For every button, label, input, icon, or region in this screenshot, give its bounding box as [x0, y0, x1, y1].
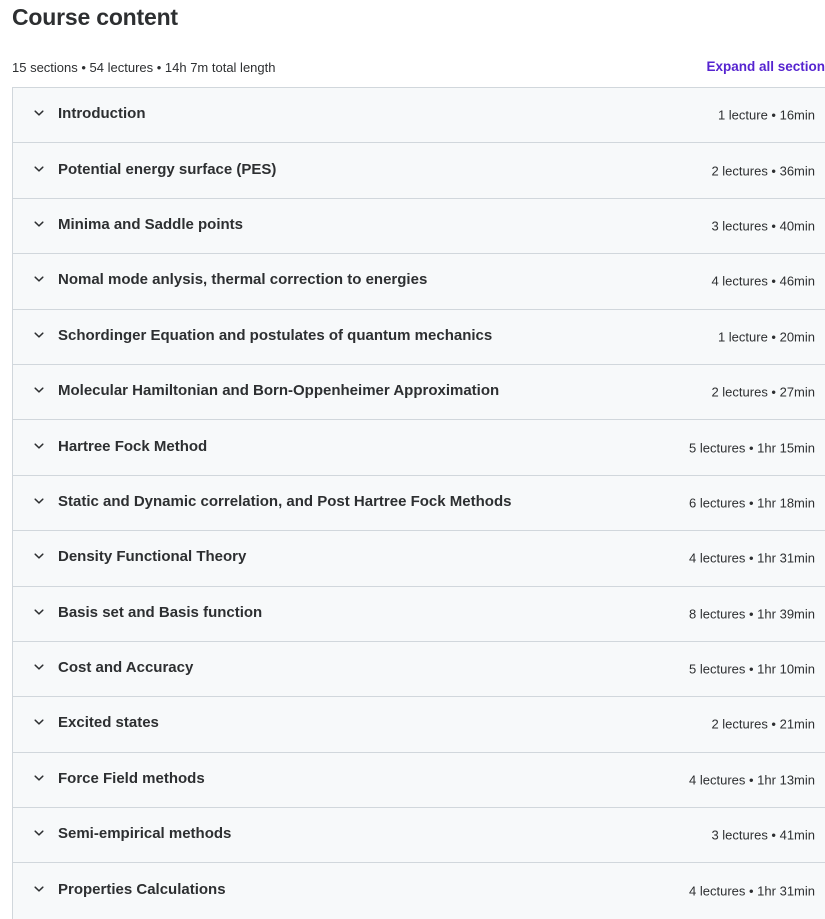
- chevron-down-icon: [33, 273, 45, 285]
- section-meta: 4 lectures • 46min: [711, 273, 815, 289]
- section-meta: 1 lecture • 16min: [717, 107, 815, 123]
- section-meta: 3 lectures • 40min: [711, 218, 815, 234]
- section-row[interactable]: Potential energy surface (PES) 2 lectures…: [13, 143, 825, 199]
- section-meta: 5 lectures • 1hr 10min: [689, 661, 815, 677]
- section-title: Basis set and Basis function: [58, 603, 263, 621]
- section-title: Hartree Fock Method: [58, 437, 208, 455]
- section-title: Introduction: [58, 104, 146, 122]
- section-meta: 6 lectures • 1hr 18min: [689, 495, 815, 511]
- section-title: Schordinger Equation and postulates of q…: [58, 326, 493, 344]
- section-meta: 4 lectures • 1hr 31min: [689, 883, 815, 899]
- section-row[interactable]: Excited states 2 lectures • 21min: [13, 697, 825, 753]
- chevron-down-icon: [33, 883, 45, 895]
- page-title: Course content: [12, 4, 178, 30]
- section-title: Molecular Hamiltonian and Born-Oppenheim…: [58, 381, 500, 399]
- section-meta: 2 lectures • 27min: [711, 384, 815, 400]
- section-row[interactable]: Density Functional Theory 4 lectures • 1h…: [13, 531, 825, 587]
- section-title: Cost and Accuracy: [58, 658, 194, 676]
- section-row[interactable]: Nomal mode anlysis, thermal correction t…: [13, 254, 825, 310]
- section-title: Force Field methods: [58, 769, 205, 787]
- chevron-down-icon: [33, 107, 45, 119]
- expand-all-sections-button[interactable]: Expand all section: [706, 59, 825, 74]
- section-title: Excited states: [58, 714, 159, 732]
- section-meta: 2 lectures • 21min: [711, 716, 815, 732]
- course-content-panel: Course content 15 sections • 54 lectures…: [0, 0, 825, 919]
- section-row[interactable]: Cost and Accuracy 5 lectures • 1hr 10min: [13, 641, 825, 698]
- section-title: Density Functional Theory: [58, 548, 247, 566]
- section-row[interactable]: Schordinger Equation and postulates of q…: [13, 309, 825, 365]
- section-row[interactable]: Molecular Hamiltonian and Born-Oppenheim…: [13, 364, 825, 421]
- section-row[interactable]: Force Field methods 4 lectures • 1hr 13mi…: [13, 752, 825, 809]
- chevron-down-icon: [33, 772, 45, 784]
- section-row[interactable]: Minima and Saddle points 3 lectures • 40m…: [13, 198, 825, 255]
- chevron-down-icon: [33, 550, 45, 562]
- section-title: Static and Dynamic correlation, and Post…: [58, 492, 512, 510]
- section-row[interactable]: Semi-empirical methods 3 lectures • 41min: [13, 808, 825, 864]
- section-row[interactable]: Introduction 1 lecture • 16min: [13, 88, 825, 144]
- section-meta: 8 lectures • 1hr 39min: [689, 606, 815, 622]
- section-row[interactable]: Properties Calculations 4 lectures • 1hr …: [13, 863, 825, 919]
- chevron-down-icon: [33, 495, 45, 507]
- section-title: Nomal mode anlysis, thermal correction t…: [58, 271, 428, 289]
- section-meta: 1 lecture • 20min: [717, 329, 815, 345]
- section-meta: 5 lectures • 1hr 15min: [689, 440, 815, 456]
- course-summary: 15 sections • 54 lectures • 14h 7m total…: [12, 60, 276, 75]
- section-row[interactable]: Hartree Fock Method 5 lectures • 1hr 15mi…: [13, 420, 825, 476]
- chevron-down-icon: [33, 606, 45, 618]
- section-list: Introduction 1 lecture • 16min Potential e…: [12, 87, 825, 919]
- chevron-down-icon: [33, 329, 45, 341]
- chevron-down-icon: [33, 163, 45, 175]
- summary-row: 15 sections • 54 lectures • 14h 7m total…: [12, 58, 825, 78]
- chevron-down-icon: [33, 827, 45, 839]
- section-meta: 2 lectures • 36min: [711, 163, 815, 179]
- section-title: Potential energy surface (PES): [58, 160, 277, 178]
- section-meta: 3 lectures • 41min: [711, 827, 815, 843]
- chevron-down-icon: [33, 716, 45, 728]
- section-title: Properties Calculations: [58, 880, 226, 898]
- chevron-down-icon: [33, 661, 45, 673]
- section-title: Semi-empirical methods: [58, 825, 232, 843]
- section-row[interactable]: Static and Dynamic correlation, and Post…: [13, 475, 825, 532]
- chevron-down-icon: [33, 218, 45, 230]
- section-meta: 4 lectures • 1hr 13min: [689, 772, 815, 788]
- chevron-down-icon: [33, 440, 45, 452]
- section-meta: 4 lectures • 1hr 31min: [689, 550, 815, 566]
- section-row[interactable]: Basis set and Basis function 8 lectures •…: [13, 586, 825, 642]
- section-title: Minima and Saddle points: [58, 215, 244, 233]
- chevron-down-icon: [33, 384, 45, 396]
